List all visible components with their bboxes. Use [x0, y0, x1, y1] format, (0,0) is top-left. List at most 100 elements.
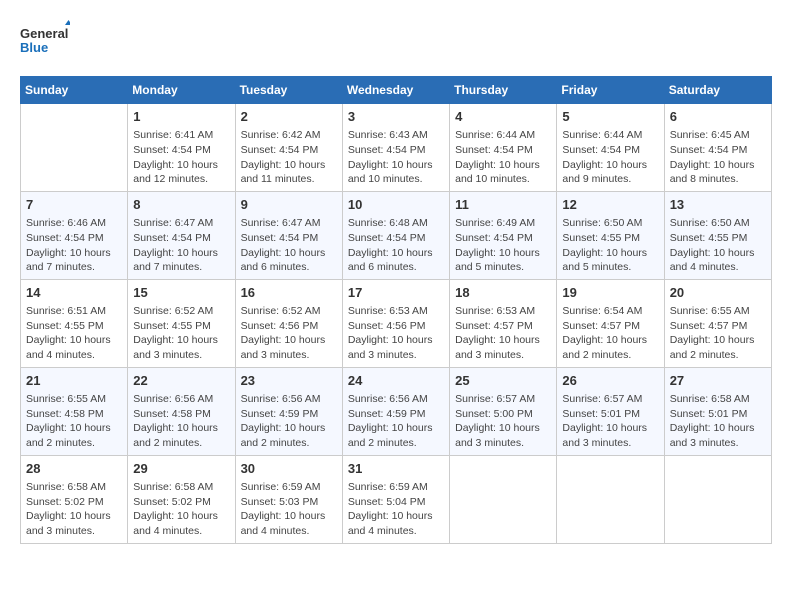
- calendar-cell: 12Sunrise: 6:50 AM Sunset: 4:55 PM Dayli…: [557, 191, 664, 279]
- day-info: Sunrise: 6:47 AM Sunset: 4:54 PM Dayligh…: [241, 216, 337, 275]
- day-number: 12: [562, 196, 658, 214]
- svg-text:General: General: [20, 26, 68, 41]
- day-number: 11: [455, 196, 551, 214]
- day-number: 4: [455, 108, 551, 126]
- day-number: 6: [670, 108, 766, 126]
- day-info: Sunrise: 6:48 AM Sunset: 4:54 PM Dayligh…: [348, 216, 444, 275]
- calendar-cell: 17 Sunrise: 6:53 AM Sunset: 4:56 PM Dayli…: [342, 279, 449, 367]
- day-number: 10: [348, 196, 444, 214]
- day-info: Sunrise: 6:53 AM Sunset: 4:57 PM Dayligh…: [455, 304, 551, 363]
- day-number: 5: [562, 108, 658, 126]
- day-number: 7: [26, 196, 122, 214]
- calendar-cell: [21, 104, 128, 192]
- calendar-cell: 27 Sunrise: 6:58 AM Sunset: 5:01 PM Dayli…: [664, 367, 771, 455]
- logo-svg: General Blue: [20, 20, 70, 60]
- day-number: 9: [241, 196, 337, 214]
- calendar-cell: 26 Sunrise: 6:57 AM Sunset: 5:01 PM Dayli…: [557, 367, 664, 455]
- day-number: 28: [26, 460, 122, 478]
- day-number: 24: [348, 372, 444, 390]
- day-info: Sunrise: 6:52 AM Sunset: 4:56 PM Dayligh…: [241, 304, 337, 363]
- day-info: Sunrise: 6:57 AM Sunset: 5:01 PM Dayligh…: [562, 392, 658, 451]
- day-info: Sunrise: 6:54 AM Sunset: 4:57 PM Dayligh…: [562, 304, 658, 363]
- day-number: 25: [455, 372, 551, 390]
- calendar-cell: 24Sunrise: 6:56 AM Sunset: 4:59 PM Dayli…: [342, 367, 449, 455]
- day-info: Sunrise: 6:53 AM Sunset: 4:56 PM Dayligh…: [348, 304, 444, 363]
- calendar-cell: 13 Sunrise: 6:50 AM Sunset: 4:55 PM Dayli…: [664, 191, 771, 279]
- calendar-cell: 23Sunrise: 6:56 AM Sunset: 4:59 PM Dayli…: [235, 367, 342, 455]
- day-info: Sunrise: 6:56 AM Sunset: 4:58 PM Dayligh…: [133, 392, 229, 451]
- calendar-cell: 29 Sunrise: 6:58 AM Sunset: 5:02 PM Dayli…: [128, 455, 235, 543]
- calendar-cell: 22 Sunrise: 6:56 AM Sunset: 4:58 PM Dayli…: [128, 367, 235, 455]
- calendar-cell: 28 Sunrise: 6:58 AM Sunset: 5:02 PM Dayli…: [21, 455, 128, 543]
- calendar-cell: 5 Sunrise: 6:44 AM Sunset: 4:54 PM Daylig…: [557, 104, 664, 192]
- calendar-week-row: 7 Sunrise: 6:46 AM Sunset: 4:54 PM Daylig…: [21, 191, 772, 279]
- day-info: Sunrise: 6:41 AM Sunset: 4:54 PM Dayligh…: [133, 128, 229, 187]
- day-info: Sunrise: 6:50 AM Sunset: 4:55 PM Dayligh…: [670, 216, 766, 275]
- day-number: 17: [348, 284, 444, 302]
- day-info: Sunrise: 6:49 AM Sunset: 4:54 PM Dayligh…: [455, 216, 551, 275]
- weekday-header: Tuesday: [235, 77, 342, 104]
- day-info: Sunrise: 6:47 AM Sunset: 4:54 PM Dayligh…: [133, 216, 229, 275]
- day-number: 22: [133, 372, 229, 390]
- day-info: Sunrise: 6:57 AM Sunset: 5:00 PM Dayligh…: [455, 392, 551, 451]
- logo: General Blue: [20, 20, 70, 60]
- calendar-cell: 9 Sunrise: 6:47 AM Sunset: 4:54 PM Daylig…: [235, 191, 342, 279]
- day-info: Sunrise: 6:44 AM Sunset: 4:54 PM Dayligh…: [455, 128, 551, 187]
- day-number: 27: [670, 372, 766, 390]
- calendar-cell: [450, 455, 557, 543]
- day-info: Sunrise: 6:46 AM Sunset: 4:54 PM Dayligh…: [26, 216, 122, 275]
- day-info: Sunrise: 6:59 AM Sunset: 5:04 PM Dayligh…: [348, 480, 444, 539]
- day-number: 3: [348, 108, 444, 126]
- day-number: 13: [670, 196, 766, 214]
- day-number: 15: [133, 284, 229, 302]
- day-info: Sunrise: 6:43 AM Sunset: 4:54 PM Dayligh…: [348, 128, 444, 187]
- calendar-cell: 15 Sunrise: 6:52 AM Sunset: 4:55 PM Dayli…: [128, 279, 235, 367]
- day-info: Sunrise: 6:59 AM Sunset: 5:03 PM Dayligh…: [241, 480, 337, 539]
- day-number: 19: [562, 284, 658, 302]
- calendar-cell: [664, 455, 771, 543]
- calendar-cell: [557, 455, 664, 543]
- calendar-cell: 30Sunrise: 6:59 AM Sunset: 5:03 PM Dayli…: [235, 455, 342, 543]
- calendar-cell: 25 Sunrise: 6:57 AM Sunset: 5:00 PM Dayli…: [450, 367, 557, 455]
- calendar-cell: 2Sunrise: 6:42 AM Sunset: 4:54 PM Daylig…: [235, 104, 342, 192]
- calendar-week-row: 28 Sunrise: 6:58 AM Sunset: 5:02 PM Dayli…: [21, 455, 772, 543]
- calendar-week-row: 21 Sunrise: 6:55 AM Sunset: 4:58 PM Dayli…: [21, 367, 772, 455]
- calendar-cell: 8Sunrise: 6:47 AM Sunset: 4:54 PM Daylig…: [128, 191, 235, 279]
- day-info: Sunrise: 6:44 AM Sunset: 4:54 PM Dayligh…: [562, 128, 658, 187]
- weekday-header: Sunday: [21, 77, 128, 104]
- day-number: 1: [133, 108, 229, 126]
- calendar-cell: 21 Sunrise: 6:55 AM Sunset: 4:58 PM Dayli…: [21, 367, 128, 455]
- day-number: 20: [670, 284, 766, 302]
- calendar-cell: 7 Sunrise: 6:46 AM Sunset: 4:54 PM Daylig…: [21, 191, 128, 279]
- day-number: 18: [455, 284, 551, 302]
- weekday-header: Wednesday: [342, 77, 449, 104]
- day-info: Sunrise: 6:45 AM Sunset: 4:54 PM Dayligh…: [670, 128, 766, 187]
- day-number: 26: [562, 372, 658, 390]
- calendar-cell: 20 Sunrise: 6:55 AM Sunset: 4:57 PM Dayli…: [664, 279, 771, 367]
- day-number: 23: [241, 372, 337, 390]
- day-info: Sunrise: 6:58 AM Sunset: 5:02 PM Dayligh…: [133, 480, 229, 539]
- calendar-cell: 1 Sunrise: 6:41 AM Sunset: 4:54 PM Daylig…: [128, 104, 235, 192]
- weekday-header-row: SundayMondayTuesdayWednesdayThursdayFrid…: [21, 77, 772, 104]
- weekday-header: Saturday: [664, 77, 771, 104]
- day-number: 14: [26, 284, 122, 302]
- calendar-cell: 16 Sunrise: 6:52 AM Sunset: 4:56 PM Dayli…: [235, 279, 342, 367]
- day-number: 29: [133, 460, 229, 478]
- weekday-header: Thursday: [450, 77, 557, 104]
- day-number: 16: [241, 284, 337, 302]
- day-info: Sunrise: 6:55 AM Sunset: 4:58 PM Dayligh…: [26, 392, 122, 451]
- calendar-cell: 6 Sunrise: 6:45 AM Sunset: 4:54 PM Daylig…: [664, 104, 771, 192]
- calendar-week-row: 14 Sunrise: 6:51 AM Sunset: 4:55 PM Dayli…: [21, 279, 772, 367]
- day-info: Sunrise: 6:58 AM Sunset: 5:02 PM Dayligh…: [26, 480, 122, 539]
- calendar-cell: 14 Sunrise: 6:51 AM Sunset: 4:55 PM Dayli…: [21, 279, 128, 367]
- day-info: Sunrise: 6:51 AM Sunset: 4:55 PM Dayligh…: [26, 304, 122, 363]
- day-info: Sunrise: 6:55 AM Sunset: 4:57 PM Dayligh…: [670, 304, 766, 363]
- calendar-cell: 18 Sunrise: 6:53 AM Sunset: 4:57 PM Dayli…: [450, 279, 557, 367]
- day-number: 21: [26, 372, 122, 390]
- day-info: Sunrise: 6:52 AM Sunset: 4:55 PM Dayligh…: [133, 304, 229, 363]
- svg-text:Blue: Blue: [20, 40, 48, 55]
- calendar-cell: 10 Sunrise: 6:48 AM Sunset: 4:54 PM Dayli…: [342, 191, 449, 279]
- day-number: 31: [348, 460, 444, 478]
- day-info: Sunrise: 6:58 AM Sunset: 5:01 PM Dayligh…: [670, 392, 766, 451]
- calendar-cell: 31 Sunrise: 6:59 AM Sunset: 5:04 PM Dayli…: [342, 455, 449, 543]
